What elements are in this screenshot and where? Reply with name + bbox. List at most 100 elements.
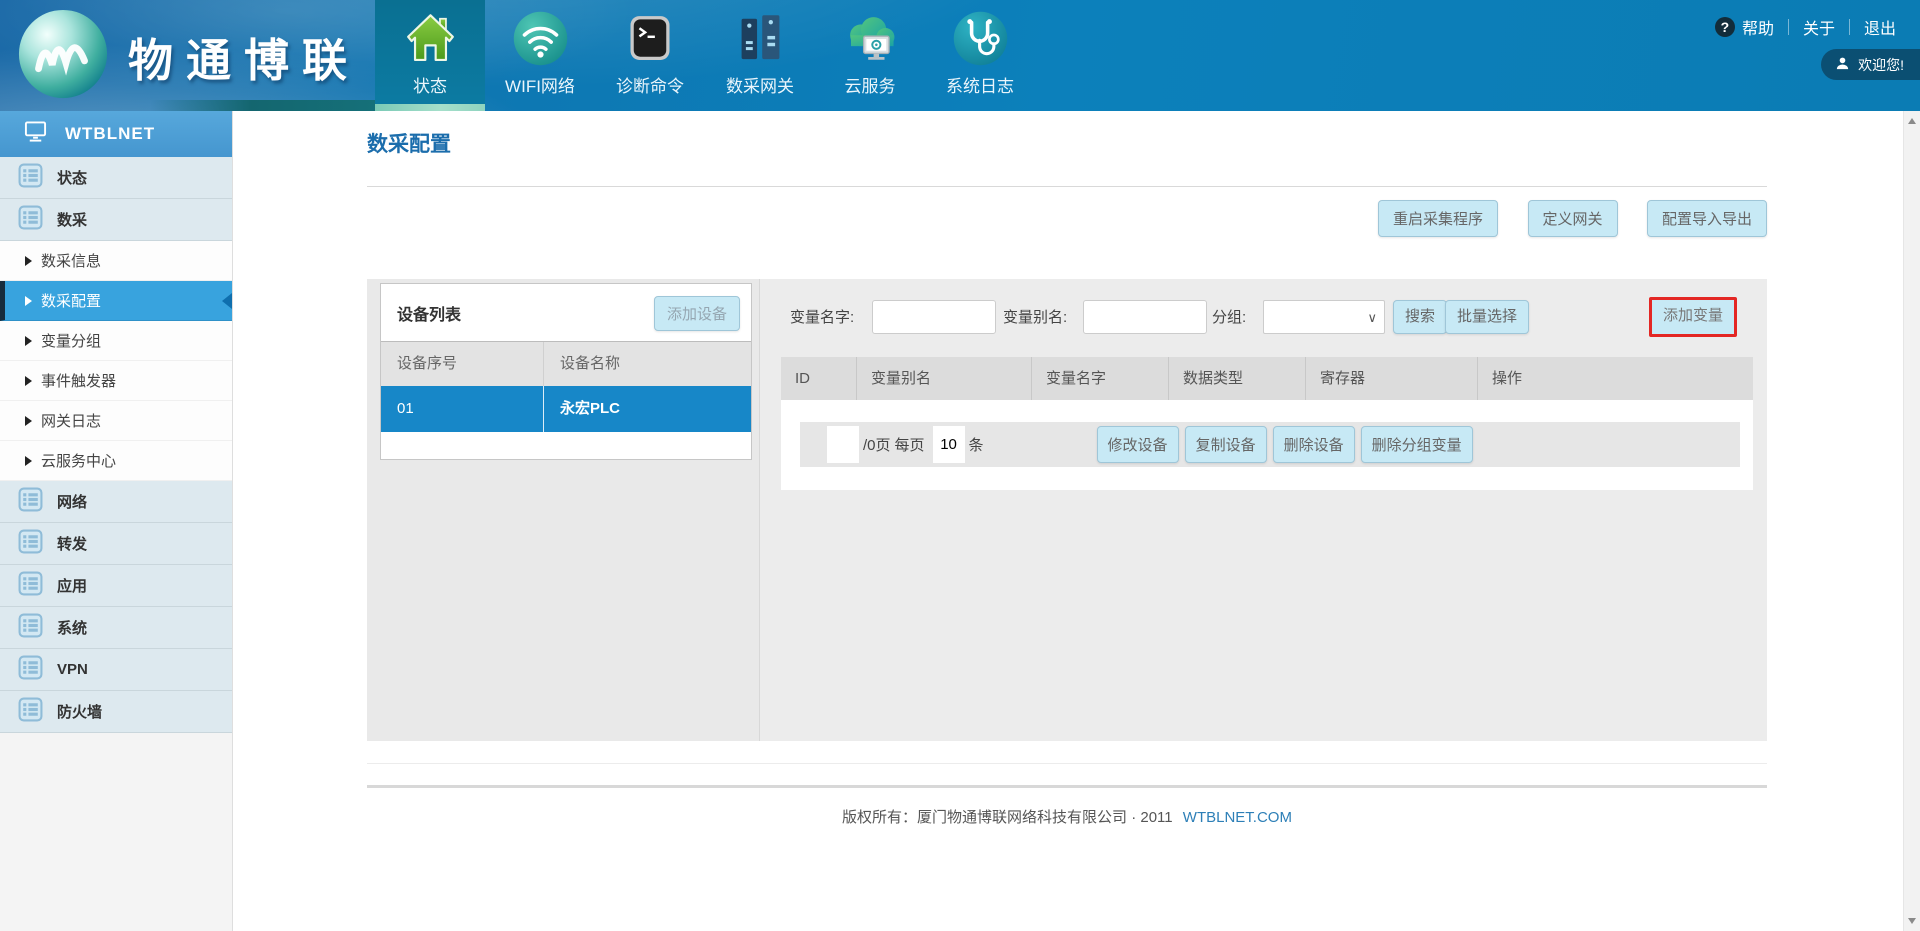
grid-icon [18,571,43,601]
selected-item-arrow [222,293,232,309]
copy-device-button[interactable]: 复制设备 [1185,426,1267,463]
about-link[interactable]: 关于 [1803,15,1835,39]
sidebar-device-name: WTBLNET [65,124,155,144]
config-import-export-button[interactable]: 配置导入导出 [1647,200,1767,237]
nav-tab-syslog[interactable]: 系统日志 [925,0,1035,111]
col-alias: 变量别名 [857,357,1032,400]
add-device-button[interactable]: 添加设备 [654,296,740,331]
nav-tab-label: 系统日志 [946,72,1014,97]
chevron-down-icon: ∨ [1367,310,1377,326]
sidebar-item-firewall[interactable]: 防火墙 [0,691,232,733]
variable-name-label: 变量名字: [790,300,854,336]
terminal-icon [624,7,676,69]
nav-tab-label: 状态 [413,72,447,97]
welcome-badge[interactable]: 欢迎您! [1821,49,1920,80]
sidebar-item-dataacq-info[interactable]: 数采信息 [0,241,232,281]
vertical-scrollbar[interactable] [1903,111,1920,931]
batch-select-button[interactable]: 批量选择 [1445,300,1529,334]
bullet-arrow-icon [25,256,32,266]
nav-tab-label: 诊断命令 [616,72,684,97]
pagination-bar: /0页 每页 条 修改设备 复制设备 删除设备 删除分组变量 [800,422,1740,467]
footer-link[interactable]: WTBLNET.COM [1183,809,1292,826]
sidebar-item-application[interactable]: 应用 [0,565,232,607]
grid-icon [18,205,43,235]
brand-logo-text: 物通博联 [128,24,360,89]
add-variable-button[interactable]: 添加变量 [1649,297,1737,337]
define-gateway-button[interactable]: 定义网关 [1528,200,1618,237]
page-suffix: /0页 [863,434,891,455]
delete-group-variable-button[interactable]: 删除分组变量 [1361,426,1473,463]
sidebar-item-cloud-center[interactable]: 云服务中心 [0,441,232,481]
variable-table-body: /0页 每页 条 修改设备 复制设备 删除设备 删除分组变量 [781,400,1753,490]
variable-alias-input[interactable] [1083,300,1207,334]
cloud-icon [841,7,899,69]
variable-name-input[interactable] [872,300,996,334]
header-links: ? 帮助 关于 退出 [1715,15,1896,39]
device-table-header: 设备序号 设备名称 [381,341,751,386]
scroll-up-icon[interactable] [1908,118,1916,124]
col-register: 寄存器 [1306,357,1478,400]
group-label: 分组: [1212,300,1246,336]
main-content: 数采配置 重启采集程序 定义网关 配置导入导出 设备列表 添加设备 设备序号 设… [233,111,1903,931]
nav-tab-wifi[interactable]: WIFI网络 [485,0,595,111]
stethoscope-icon [952,7,1009,69]
page-number-input[interactable] [827,426,859,463]
welcome-text: 欢迎您! [1858,55,1904,75]
sidebar-item-system[interactable]: 系统 [0,607,232,649]
sidebar-item-status[interactable]: 状态 [0,157,232,199]
grid-icon [18,613,43,643]
variable-alias-label: 变量别名: [1003,300,1067,336]
device-list-header: 设备列表 添加设备 [381,284,751,341]
variable-table-header: ID 变量别名 变量名字 数据类型 寄存器 操作 [781,357,1753,400]
sidebar-item-variable-group[interactable]: 变量分组 [0,321,232,361]
sidebar-item-forwarding[interactable]: 转发 [0,523,232,565]
col-actions: 操作 [1478,357,1753,400]
sidebar-item-dataacq-config[interactable]: 数采配置 [0,281,232,321]
grid-icon [18,529,43,559]
device-list-title: 设备列表 [397,301,461,325]
col-id: ID [781,357,857,400]
nav-tab-gateway[interactable]: 数采网关 [705,0,815,111]
sidebar-item-vpn[interactable]: VPN [0,649,232,691]
sidebar-device-title: WTBLNET [0,111,232,157]
sidebar-item-gateway-log[interactable]: 网关日志 [0,401,232,441]
user-icon [1835,56,1858,74]
search-button[interactable]: 搜索 [1393,300,1447,334]
per-page-input[interactable] [933,426,965,463]
bullet-arrow-icon [25,376,32,386]
nav-tab-status[interactable]: 状态 [375,0,485,111]
delete-device-button[interactable]: 删除设备 [1273,426,1355,463]
footer-divider [367,785,1767,788]
toolbar: 重启采集程序 定义网关 配置导入导出 [367,200,1767,237]
restart-collector-button[interactable]: 重启采集程序 [1378,200,1498,237]
scroll-down-icon[interactable] [1908,918,1916,924]
config-panel: 设备列表 添加设备 设备序号 设备名称 01 永宏PLC 变量名字: 变量别名: [367,279,1767,741]
grid-icon [18,163,43,193]
grid-icon [18,487,43,517]
help-link[interactable]: 帮助 [1742,15,1774,39]
modify-device-button[interactable]: 修改设备 [1097,426,1179,463]
col-name: 变量名字 [1032,357,1169,400]
help-icon: ? [1715,17,1735,37]
gateway-icon [733,7,788,69]
sidebar-item-event-trigger[interactable]: 事件触发器 [0,361,232,401]
bullet-arrow-icon [25,416,32,426]
device-no: 01 [381,386,544,432]
device-col-no: 设备序号 [381,342,544,386]
group-select[interactable]: ∨ [1263,300,1385,334]
top-navigation: 状态 WIFI网络 [375,0,1035,111]
bullet-arrow-icon [25,336,32,346]
sidebar: WTBLNET 状态 数采 数采信息 数采配置 变量分组 事件触发器 [0,111,233,931]
logout-link[interactable]: 退出 [1864,15,1896,39]
divider [1788,19,1789,35]
nav-tab-cloud[interactable]: 云服务 [815,0,925,111]
device-row-selected[interactable]: 01 永宏PLC [381,386,751,432]
nav-tab-diagnostic[interactable]: 诊断命令 [595,0,705,111]
active-tab-underline [375,104,485,111]
home-icon [403,7,458,69]
device-list-card: 设备列表 添加设备 设备序号 设备名称 01 永宏PLC [380,283,752,460]
sidebar-item-data-acquisition[interactable]: 数采 [0,199,232,241]
nav-tab-label: 云服务 [845,72,896,97]
nav-tab-label: 数采网关 [726,72,794,97]
sidebar-item-network[interactable]: 网络 [0,481,232,523]
